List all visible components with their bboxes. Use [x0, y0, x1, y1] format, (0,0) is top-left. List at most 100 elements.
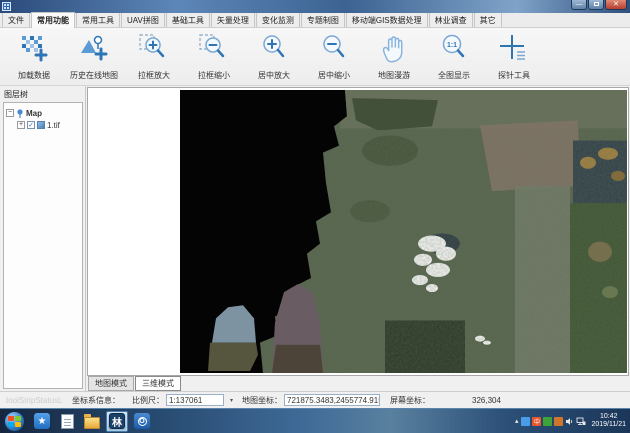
layer-panel: 图层树 − Map + ✓ 1.tif — [0, 86, 86, 391]
scale-combobox[interactable]: 1:137061 ▾ — [166, 394, 224, 406]
tray-cn-app-icon[interactable]: 中 — [532, 417, 541, 426]
notepad-icon — [61, 414, 74, 429]
tab-common-tools[interactable]: 常用工具 — [76, 12, 120, 27]
o-app-icon: O — [134, 413, 150, 429]
toolbar-button-label: 探针工具 — [498, 70, 530, 81]
probe-tool-icon — [497, 33, 531, 65]
pan-button[interactable]: 地图漫游 — [364, 30, 424, 85]
center-zoom-out-button[interactable]: 居中缩小 — [304, 30, 364, 85]
pan-hand-icon — [377, 33, 411, 65]
toolbar-button-label: 全图显示 — [438, 70, 470, 81]
title-bar: — ✕ — [0, 0, 630, 13]
forestry-app-icon: 林 — [109, 413, 125, 429]
box-zoom-in-icon — [137, 33, 171, 65]
history-online-map-icon — [77, 33, 111, 65]
taskbar-clock[interactable]: 10:42 2019/11/21 — [591, 413, 626, 429]
svg-text:1:1: 1:1 — [447, 42, 457, 49]
taskbar-forestry-app-active[interactable]: 林 — [106, 411, 128, 432]
tray-overflow-icon[interactable]: ▴ — [515, 417, 519, 425]
toolbar-button-label: 拉框放大 — [138, 70, 170, 81]
full-extent-button[interactable]: 1:1 全图显示 — [424, 30, 484, 85]
taskbar-o-app[interactable]: O — [131, 411, 153, 432]
combo-dropdown-icon[interactable]: ▾ — [230, 397, 233, 404]
probe-tool-button[interactable]: 探针工具 — [484, 30, 544, 85]
map-view[interactable] — [87, 87, 629, 376]
load-data-button[interactable]: 加载数据 — [4, 30, 64, 85]
toolbar-button-label: 加载数据 — [18, 70, 50, 81]
application-window: — ✕ 文件 常用功能 常用工具 UAV拼图 基础工具 矢量处理 变化监测 专题… — [0, 0, 630, 433]
tree-node-map[interactable]: − Map — [6, 107, 80, 119]
satellite-raster-image — [180, 90, 627, 373]
tray-orange-app-icon[interactable] — [554, 417, 563, 426]
tab-thematic-mapping[interactable]: 专题制图 — [301, 12, 345, 27]
map-node-icon — [16, 109, 24, 118]
layer-panel-title: 图层树 — [0, 86, 85, 102]
full-extent-icon: 1:1 — [437, 33, 471, 65]
tab-other[interactable]: 其它 — [474, 12, 502, 27]
tree-node-layer[interactable]: + ✓ 1.tif — [6, 119, 80, 131]
scale-label: 比例尺： — [132, 395, 164, 406]
center-zoom-out-icon — [317, 33, 351, 65]
map-coord-field[interactable]: 721875.3483,2455774.9159 — [284, 394, 380, 406]
start-button[interactable] — [4, 411, 25, 432]
map-mode-tab-bar: 地图模式 三维模式 — [86, 376, 630, 391]
toolbar-button-label: 地图漫游 — [378, 70, 410, 81]
screen-coord-value: 326,304 — [472, 396, 501, 405]
box-zoom-out-button[interactable]: 拉框缩小 — [184, 30, 244, 85]
network-icon[interactable] — [576, 417, 586, 426]
taskbar-star-app[interactable]: ★ — [31, 411, 53, 432]
map-coord-label: 地图坐标： — [242, 395, 282, 406]
volume-icon[interactable] — [565, 417, 574, 426]
map-canvas[interactable] — [180, 90, 627, 373]
minimize-button[interactable]: — — [571, 0, 587, 10]
map-node-label[interactable]: Map — [26, 109, 42, 118]
tab-vector-processing[interactable]: 矢量处理 — [211, 12, 255, 27]
coord-system-label: 坐标系信息： — [72, 395, 120, 406]
tab-forestry-survey[interactable]: 林业调查 — [429, 12, 473, 27]
tray-green-app-icon[interactable] — [543, 417, 552, 426]
taskbar-explorer-app[interactable] — [81, 411, 103, 432]
star-app-icon: ★ — [34, 413, 50, 429]
layer-node-label[interactable]: 1.tif — [47, 121, 60, 130]
layer-tree[interactable]: − Map + ✓ 1.tif — [3, 102, 83, 389]
scale-value: 1:137061 — [169, 396, 202, 405]
status-placeholder-label: toolStripStatusLabel1 — [6, 396, 62, 405]
tab-file[interactable]: 文件 — [2, 12, 30, 27]
tab-change-monitoring[interactable]: 变化监测 — [256, 12, 300, 27]
tab-map-mode[interactable]: 地图模式 — [88, 376, 134, 391]
screen-coord-label: 屏幕坐标： — [390, 395, 430, 406]
clock-date: 2019/11/21 — [591, 421, 626, 429]
tab-3d-mode[interactable]: 三维模式 — [135, 376, 181, 391]
toolbar-button-label: 居中缩小 — [318, 70, 350, 81]
tray-blue-app-icon[interactable] — [521, 417, 530, 426]
collapse-toggle-icon[interactable]: − — [6, 109, 14, 117]
box-zoom-out-icon — [197, 33, 231, 65]
center-zoom-in-icon — [257, 33, 291, 65]
layer-checkbox[interactable]: ✓ — [27, 121, 35, 129]
status-bar: toolStripStatusLabel1 坐标系信息： 比例尺： 1:1370… — [0, 391, 630, 408]
ribbon-tab-bar: 文件 常用功能 常用工具 UAV拼图 基础工具 矢量处理 变化监测 专题制图 移… — [0, 13, 630, 28]
maximize-button[interactable] — [588, 0, 604, 10]
close-button[interactable]: ✕ — [605, 0, 627, 10]
history-online-map-button[interactable]: 历史在线地图 — [64, 30, 124, 85]
raster-layer-icon — [37, 121, 45, 129]
folder-icon — [84, 417, 100, 429]
windows-taskbar: ★ 林 O ▴ 中 — [0, 408, 630, 433]
tab-mobile-gis-data[interactable]: 移动端GIS数据处理 — [346, 12, 428, 27]
taskbar-notepad-app[interactable] — [56, 411, 78, 432]
system-tray: ▴ 中 10:42 2019/11/21 — [513, 409, 628, 433]
toolbar-button-label: 历史在线地图 — [70, 70, 118, 81]
toolbar-button-label: 拉框缩小 — [198, 70, 230, 81]
map-coord-value: 721875.3483,2455774.9159 — [287, 396, 380, 405]
app-logo-icon — [2, 2, 11, 11]
clock-time: 10:42 — [591, 413, 626, 421]
tab-basic-tools[interactable]: 基础工具 — [166, 12, 210, 27]
load-data-icon — [17, 33, 51, 65]
tab-common-functions[interactable]: 常用功能 — [31, 12, 75, 28]
box-zoom-in-button[interactable]: 拉框放大 — [124, 30, 184, 85]
tab-uav-mosaic[interactable]: UAV拼图 — [121, 12, 165, 27]
center-zoom-in-button[interactable]: 居中放大 — [244, 30, 304, 85]
expand-toggle-icon[interactable]: + — [17, 121, 25, 129]
toolbar-button-label: 居中放大 — [258, 70, 290, 81]
toolbar: 加载数据 历史在线地图 拉框放大 — [0, 28, 630, 86]
